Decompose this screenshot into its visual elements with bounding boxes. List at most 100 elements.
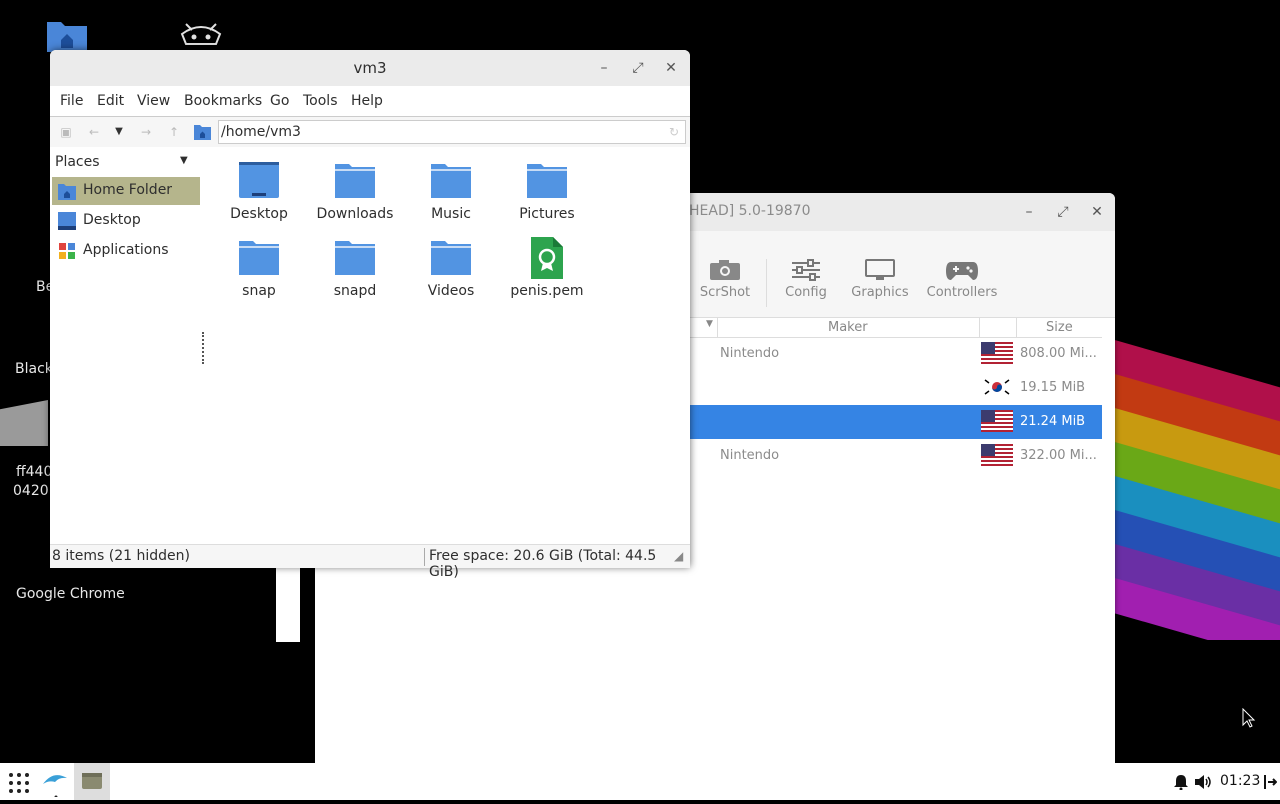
file-name: Videos [427,283,475,299]
minimize-button[interactable]: – [1018,201,1040,223]
app-grid-button[interactable] [4,767,34,797]
game-size: 21.24 MiB [1020,414,1086,429]
status-free-space: Free space: 20.6 GiB (Total: 44.5 GiB) [429,548,657,580]
gamepad-icon [946,262,978,280]
file-item-desktop[interactable]: Desktop [214,160,304,222]
toolbar-label: Controllers [926,285,998,300]
file-name: Music [431,206,471,222]
resize-grip-icon[interactable]: ◢ [674,549,683,563]
file-item-videos[interactable]: Videos [406,237,496,299]
game-list-header: ▼ Maker Size [690,317,1102,338]
graphics-button[interactable]: Graphics [840,259,920,300]
folder-icon [527,164,567,198]
folder-icon [239,241,279,275]
close-button[interactable]: ✕ [1086,201,1108,223]
desktop-label-google-chrome[interactable]: Google Chrome [16,586,125,602]
logout-icon[interactable] [1263,774,1277,790]
home-folder-icon [194,123,211,140]
folder-icon [431,164,471,198]
sidebar-item-applications[interactable]: Applications [52,237,200,265]
menu-tools[interactable]: Tools [303,93,338,109]
game-row[interactable]: 19.15 MiB [690,371,1102,405]
menu-go[interactable]: Go [270,93,289,109]
folder-icon [431,241,471,275]
forward-arrow-icon[interactable]: → [138,124,154,140]
close-button[interactable]: ✕ [660,57,682,79]
us-flag-icon [981,410,1013,432]
file-item-snapd[interactable]: snapd [310,237,400,299]
column-header-size[interactable]: Size [1046,320,1073,335]
sort-indicator-icon[interactable]: ▼ [706,319,713,329]
menu-bookmarks[interactable]: Bookmarks [184,93,262,109]
maximize-button[interactable]: ⤢ [627,57,649,79]
sidebar: Places ▼ Home Folder Desktop Application… [50,148,200,538]
status-bar: 8 items (21 hidden) Free space: 20.6 GiB… [50,544,690,580]
column-separator[interactable] [1016,317,1017,337]
dolphin-taskbar-button[interactable] [40,767,70,799]
sidebar-item-desktop[interactable]: Desktop [52,207,200,235]
maximize-button[interactable]: ⤢ [1052,201,1074,223]
menu-file[interactable]: File [60,93,83,109]
file-name: snapd [333,283,377,299]
sidebar-item-label: Applications [83,242,169,258]
desktop-home-folder-icon[interactable] [47,18,87,52]
sidebar-item-label: Home Folder [83,182,173,198]
file-item-downloads[interactable]: Downloads [310,160,400,222]
volume-icon[interactable] [1194,774,1212,790]
monitor-icon [865,259,895,280]
minimize-button[interactable]: – [593,57,615,79]
taskbar: 01:23 [0,763,1280,800]
file-item-penis-pem[interactable]: penis.pem [502,237,592,299]
file-name: Desktop [230,206,288,222]
desktop-label[interactable]: Black [15,361,53,377]
game-row[interactable]: Nintendo 808.00 Mi... [690,337,1102,371]
column-separator[interactable] [717,317,718,337]
game-row-selected[interactable]: 21.24 MiB [690,405,1102,439]
refresh-icon[interactable]: ↻ [666,124,682,140]
game-size: 19.15 MiB [1020,380,1086,395]
file-manager-window: vm3 – ⤢ ✕ File Edit View Bookmarks Go To… [50,50,690,580]
file-item-snap[interactable]: snap [214,237,304,299]
config-button[interactable]: Config [766,259,846,300]
sidebar-header[interactable]: Places [55,154,100,170]
clock[interactable]: 01:23 [1220,773,1260,789]
kr-flag-icon [981,376,1013,398]
column-header-maker[interactable]: Maker [828,320,868,335]
desktop-shortcut-thumbnail[interactable] [0,400,48,446]
desktop-label[interactable]: 0420 [13,483,49,499]
up-arrow-icon[interactable]: ↑ [166,124,182,140]
screenshot-button[interactable]: ScrShot [685,259,765,300]
file-name: penis.pem [510,283,584,299]
app-grid-icon [9,773,29,793]
chevron-down-icon[interactable]: ▼ [180,155,188,166]
camera-icon [710,260,740,280]
file-manager-titlebar[interactable]: vm3 – ⤢ ✕ [50,50,690,86]
status-item-count: 8 items (21 hidden) [52,548,425,566]
file-name: Pictures [519,206,575,222]
toolbar-label: Graphics [851,285,909,300]
file-item-pictures[interactable]: Pictures [502,160,592,222]
us-flag-icon [981,342,1013,364]
controllers-button[interactable]: Controllers [922,259,1002,300]
column-separator[interactable] [979,317,980,337]
toolbar-label: Config [785,285,827,300]
file-manager-app-icon [82,773,102,789]
menu-edit[interactable]: Edit [97,93,124,109]
game-row[interactable]: Nintendo 322.00 Mi... [690,439,1102,473]
mouse-cursor-icon [1242,708,1256,728]
game-maker: Nintendo [720,448,780,463]
desktop-retroarch-icon[interactable] [176,20,226,50]
back-arrow-icon[interactable]: ← [86,124,102,140]
file-item-music[interactable]: Music [406,160,496,222]
menu-help[interactable]: Help [351,93,383,109]
menu-view[interactable]: View [137,93,170,109]
file-manager-taskbar-button[interactable] [74,763,110,800]
history-dropdown-icon[interactable]: ▼ [111,124,127,140]
desktop-window-fragment [276,566,300,642]
sidebar-splitter[interactable] [202,332,206,364]
desktop-label[interactable]: ff440 [16,464,52,480]
path-input[interactable] [218,120,686,144]
new-tab-icon[interactable]: ▣ [58,124,74,140]
sidebar-item-home-folder[interactable]: Home Folder [52,177,200,205]
bell-icon[interactable] [1174,774,1188,790]
